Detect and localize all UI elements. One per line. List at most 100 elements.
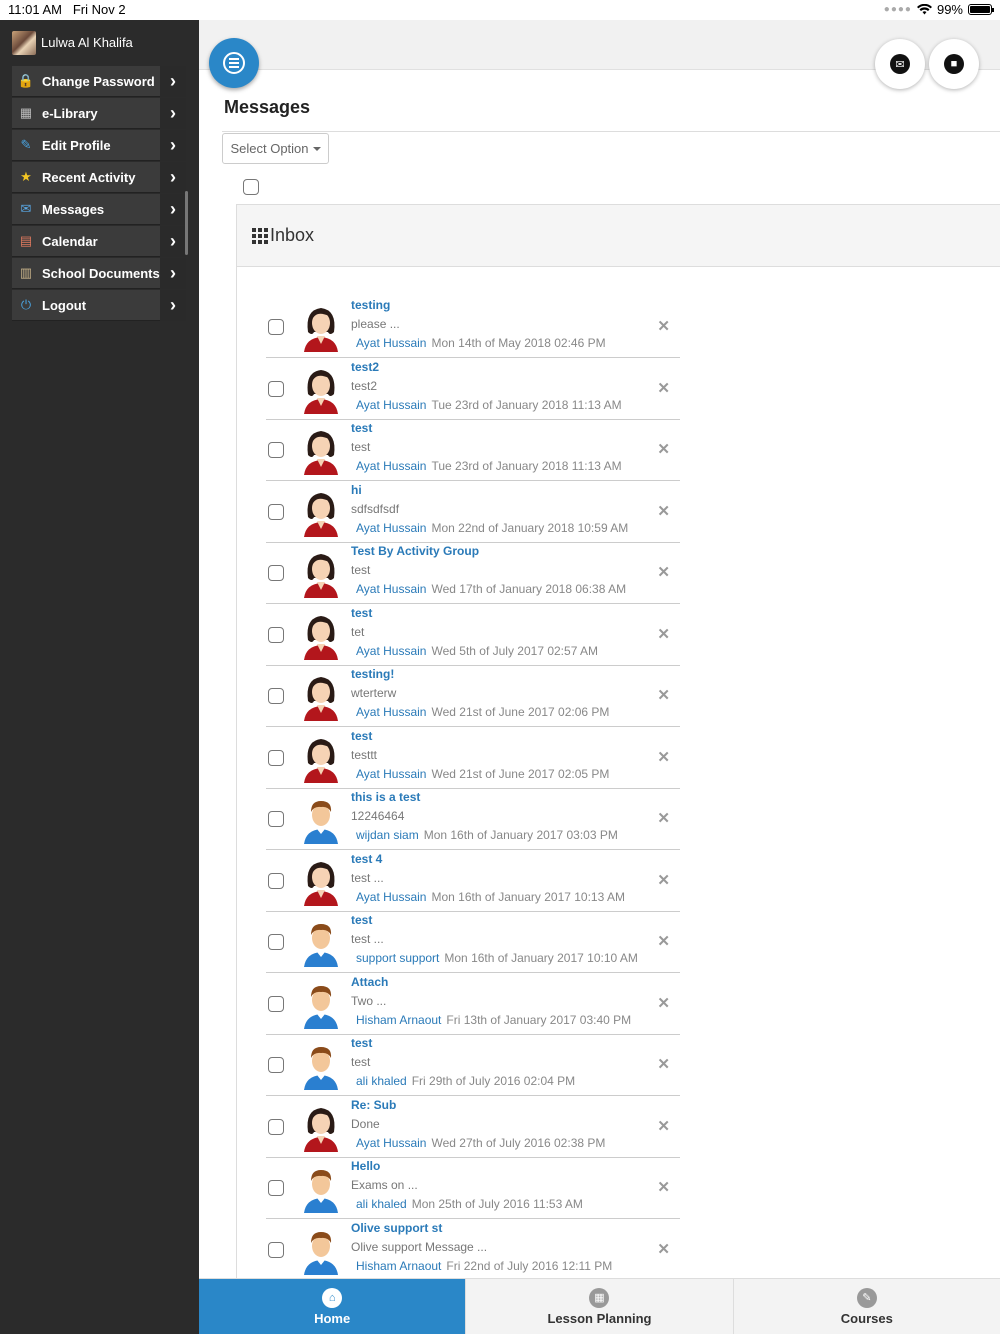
- message-subject[interactable]: test: [351, 421, 372, 435]
- message-sender[interactable]: Ayat Hussain: [356, 890, 426, 904]
- sidebar-item-edit-profile[interactable]: ✎ Edit Profile ›: [12, 129, 186, 161]
- delete-message-icon[interactable]: ✕: [657, 686, 670, 704]
- message-row[interactable]: test testtt Ayat Hussain Wed 21st of June 2…: [266, 728, 680, 789]
- message-row[interactable]: Attach Two ... Hisham Arnaout Fri 13th of J…: [266, 974, 680, 1035]
- message-subject[interactable]: test: [351, 729, 372, 743]
- delete-message-icon[interactable]: ✕: [657, 1055, 670, 1073]
- message-subject[interactable]: testing: [351, 298, 390, 312]
- tab-courses[interactable]: ✎ Courses: [732, 1279, 1000, 1334]
- message-subject[interactable]: this is a test: [351, 790, 420, 804]
- message-checkbox[interactable]: [268, 749, 284, 766]
- message-row[interactable]: test2 test2 Ayat Hussain Tue 23rd of Januar…: [266, 359, 680, 420]
- delete-message-icon[interactable]: ✕: [657, 871, 670, 889]
- message-subject[interactable]: Hello: [351, 1159, 380, 1173]
- message-sender[interactable]: wijdan siam: [356, 828, 419, 842]
- message-subject[interactable]: test 4: [351, 852, 382, 866]
- message-checkbox[interactable]: [268, 811, 284, 827]
- message-checkbox[interactable]: [268, 1118, 284, 1135]
- message-row[interactable]: test tet Ayat Hussain Wed 5th of July 2017 …: [266, 605, 680, 666]
- message-subject[interactable]: Test By Activity Group: [351, 544, 479, 558]
- message-checkbox[interactable]: [268, 1241, 284, 1258]
- message-row[interactable]: this is a test 12246464 wijdan siam Mon 16t…: [266, 789, 680, 850]
- message-checkbox[interactable]: [268, 688, 284, 704]
- message-checkbox[interactable]: [268, 626, 284, 643]
- message-sender[interactable]: Ayat Hussain: [356, 398, 426, 412]
- message-subject[interactable]: Attach: [351, 975, 388, 989]
- message-subject[interactable]: test: [351, 913, 372, 927]
- message-checkbox[interactable]: [268, 503, 284, 520]
- delete-message-icon[interactable]: ✕: [657, 440, 670, 458]
- sidebar-item-school-documents[interactable]: ▥ School Documents ›: [12, 257, 186, 289]
- chevron-right-icon[interactable]: ›: [160, 257, 186, 289]
- message-checkbox[interactable]: [268, 934, 284, 950]
- message-sender[interactable]: Ayat Hussain: [356, 459, 426, 473]
- user-profile[interactable]: Lulwa Al Khalifa: [0, 20, 199, 65]
- message-subject[interactable]: test2: [351, 360, 379, 374]
- message-row[interactable]: hi sdfsdfsdf Ayat Hussain Mon 22nd of Janua…: [266, 482, 680, 543]
- delete-message-icon[interactable]: ✕: [657, 317, 670, 335]
- delete-message-icon[interactable]: ✕: [657, 932, 670, 950]
- message-sender[interactable]: ali khaled: [356, 1074, 407, 1088]
- delete-message-icon[interactable]: ✕: [657, 1117, 670, 1135]
- message-row[interactable]: test test ali khaled Fri 29th of July 2016 …: [266, 1035, 680, 1096]
- delete-message-icon[interactable]: ✕: [657, 625, 670, 643]
- message-subject[interactable]: hi: [351, 483, 362, 497]
- sidebar-item-calendar[interactable]: ▤ Calendar ›: [12, 225, 186, 257]
- message-sender[interactable]: Ayat Hussain: [356, 1136, 426, 1150]
- message-checkbox[interactable]: [268, 872, 284, 889]
- chevron-right-icon[interactable]: ›: [160, 65, 186, 97]
- message-row[interactable]: Olive support st Olive support Message ..…: [266, 1220, 680, 1281]
- message-sender[interactable]: ali khaled: [356, 1197, 407, 1211]
- message-subject[interactable]: Olive support st: [351, 1221, 442, 1235]
- sidebar-item-recent-activity[interactable]: ★ Recent Activity ›: [12, 161, 186, 193]
- sidebar-scrollbar[interactable]: [185, 191, 188, 255]
- message-sender[interactable]: Ayat Hussain: [356, 767, 426, 781]
- delete-message-icon[interactable]: ✕: [657, 1178, 670, 1196]
- tab-home[interactable]: ⌂ Home: [199, 1279, 466, 1334]
- chevron-right-icon[interactable]: ›: [160, 193, 186, 225]
- delete-message-icon[interactable]: ✕: [657, 379, 670, 397]
- chevron-right-icon[interactable]: ›: [160, 129, 186, 161]
- message-row[interactable]: Test By Activity Group test Ayat Hussain We…: [266, 543, 680, 604]
- message-row[interactable]: Re: Sub Done Ayat Hussain Wed 27th of July …: [266, 1097, 680, 1158]
- message-sender[interactable]: Ayat Hussain: [356, 521, 426, 535]
- select-option-dropdown[interactable]: Select Option: [222, 133, 329, 164]
- message-checkbox[interactable]: [268, 995, 284, 1012]
- select-all-checkbox[interactable]: [243, 179, 259, 195]
- chevron-right-icon[interactable]: ›: [160, 225, 186, 257]
- message-sender[interactable]: Ayat Hussain: [356, 582, 426, 596]
- delete-message-icon[interactable]: ✕: [657, 502, 670, 520]
- chevron-right-icon[interactable]: ›: [160, 289, 186, 321]
- message-checkbox[interactable]: [268, 442, 284, 458]
- message-sender[interactable]: Hisham Arnaout: [356, 1013, 441, 1027]
- message-row[interactable]: testing! wterterw Ayat Hussain Wed 21st of …: [266, 666, 680, 727]
- message-subject[interactable]: Re: Sub: [351, 1098, 396, 1112]
- message-checkbox[interactable]: [268, 1057, 284, 1073]
- message-row[interactable]: test 4 test ... Ayat Hussain Mon 16th of Ja…: [266, 851, 680, 912]
- sidebar-item-e-library[interactable]: ▦ e-Library ›: [12, 97, 186, 129]
- delete-message-icon[interactable]: ✕: [657, 563, 670, 581]
- delete-message-icon[interactable]: ✕: [657, 994, 670, 1012]
- message-row[interactable]: Hello Exams on ... ali khaled Mon 25th of J…: [266, 1158, 680, 1219]
- message-subject[interactable]: test: [351, 606, 372, 620]
- chevron-right-icon[interactable]: ›: [160, 97, 186, 129]
- sidebar-item-change-password[interactable]: 🔒 Change Password ›: [12, 65, 186, 97]
- message-subject[interactable]: testing!: [351, 667, 394, 681]
- delete-message-icon[interactable]: ✕: [657, 1240, 670, 1258]
- sidebar-item-messages[interactable]: ✉ Messages ›: [12, 193, 186, 225]
- tab-lesson-planning[interactable]: ▦ Lesson Planning: [465, 1279, 732, 1334]
- message-subject[interactable]: test: [351, 1036, 372, 1050]
- delete-message-icon[interactable]: ✕: [657, 809, 670, 827]
- chevron-right-icon[interactable]: ›: [160, 161, 186, 193]
- message-sender[interactable]: support support: [356, 951, 439, 965]
- message-row[interactable]: testing please ... Ayat Hussain Mon 14th of…: [266, 297, 680, 358]
- message-checkbox[interactable]: [268, 380, 284, 397]
- message-row[interactable]: test test Ayat Hussain Tue 23rd of January …: [266, 420, 680, 481]
- message-checkbox[interactable]: [268, 1180, 284, 1196]
- message-sender[interactable]: Ayat Hussain: [356, 644, 426, 658]
- message-sender[interactable]: Hisham Arnaout: [356, 1259, 441, 1273]
- chat-button[interactable]: ■: [929, 39, 979, 89]
- delete-message-icon[interactable]: ✕: [657, 748, 670, 766]
- message-row[interactable]: test test ... support support Mon 16th of J…: [266, 912, 680, 973]
- sidebar-item-logout[interactable]: ⏻ Logout ›: [12, 289, 186, 321]
